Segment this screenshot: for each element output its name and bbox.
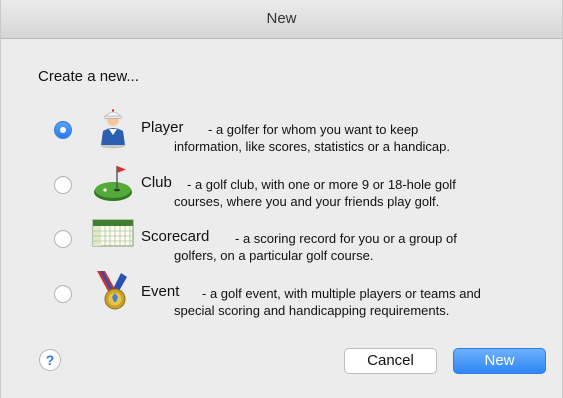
radio-event[interactable] — [54, 285, 72, 303]
golf-green-flag-icon — [94, 166, 132, 201]
option-name-club: Club — [141, 174, 172, 191]
title-bar[interactable]: New — [1, 0, 562, 39]
new-button[interactable]: New — [453, 348, 546, 374]
scorecard-icon — [92, 219, 134, 247]
window-title: New — [266, 10, 297, 27]
option-name-player: Player — [141, 119, 184, 136]
option-name-scorecard: Scorecard — [141, 228, 210, 245]
option-desc-club-2: courses, where you and your friends play… — [174, 194, 440, 209]
medal-icon — [97, 271, 127, 310]
option-desc-club-1: - a golf club, with one or more 9 or 18-… — [187, 177, 456, 192]
option-desc-player-2: information, like scores, statistics or … — [174, 139, 451, 154]
option-event[interactable]: Event - a golf event, with multiple play… — [51, 271, 561, 341]
cancel-button[interactable]: Cancel — [344, 348, 437, 374]
option-desc-event-1: - a golf event, with multiple players or… — [202, 286, 481, 301]
option-desc-scorecard-2: golfers, on a particular golf course. — [174, 248, 374, 263]
option-name-event: Event — [141, 283, 180, 300]
option-desc-scorecard-1: - a scoring record for you or a group of — [235, 231, 457, 246]
golfer-icon — [101, 109, 125, 149]
help-button[interactable]: ? — [39, 349, 61, 371]
radio-player[interactable] — [54, 121, 72, 139]
option-desc-player-1: - a golfer for whom you want to keep — [208, 122, 419, 137]
create-prompt: Create a new... — [38, 68, 139, 85]
new-dialog: New Create a new... Player - a golfer fo… — [0, 0, 563, 398]
radio-scorecard[interactable] — [54, 230, 72, 248]
radio-club[interactable] — [54, 176, 72, 194]
option-desc-event-2: special scoring and handicapping require… — [174, 303, 450, 318]
